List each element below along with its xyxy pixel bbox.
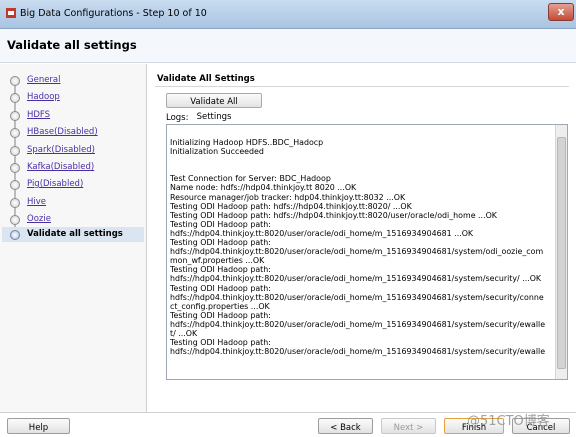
log-line: t/ ...OK	[170, 328, 198, 338]
section-divider	[155, 86, 569, 87]
scrollbar-thumb[interactable]	[557, 137, 566, 369]
log-line: Initialization Succeeded	[170, 147, 264, 157]
section-title: Validate All Settings	[157, 74, 255, 84]
log-line: Name node: hdfs://hdp04.thinkjoy.tt 8020…	[170, 183, 357, 193]
step-node-icon	[10, 215, 20, 225]
log-text: Initializing Hadoop HDFS..BDC_Hadocp Ini…	[170, 138, 554, 356]
page-header: Validate all settings	[0, 29, 576, 63]
nav-item-kafka[interactable]: Kafka(Disabled)	[27, 162, 94, 172]
window-title: Big Data Configurations - Step 10 of 10	[20, 8, 207, 19]
log-line: Testing ODI Hadoop path:	[170, 310, 271, 320]
help-button[interactable]: Help	[7, 418, 70, 434]
step-node-icon	[10, 76, 20, 86]
validate-all-settings-button[interactable]: Validate All Settings	[166, 93, 262, 122]
watermark: @51CTO博客	[467, 414, 550, 429]
close-button[interactable]: x	[548, 3, 574, 21]
step-node-icon	[10, 180, 20, 190]
nav-item-hbase[interactable]: HBase(Disabled)	[27, 127, 98, 137]
log-line: hdfs://hdp04.thinkjoy.tt:8020/user/oracl…	[170, 228, 474, 238]
log-line: Test Connection for Server: BDC_Hadoop	[170, 174, 331, 184]
nav-item-hive[interactable]: Hive	[27, 197, 46, 207]
step-node-icon	[10, 93, 20, 103]
logs-textarea[interactable]: Initializing Hadoop HDFS..BDC_Hadocp Ini…	[166, 124, 568, 380]
nav-item-hadoop[interactable]: Hadoop	[27, 92, 60, 102]
next-button[interactable]: Next >	[381, 418, 436, 434]
log-line: hdfs://hdp04.thinkjoy.tt:8020/user/oracl…	[170, 347, 546, 357]
nav-item-pig[interactable]: Pig(Disabled)	[27, 179, 83, 189]
log-scrollbar[interactable]	[555, 125, 567, 379]
current-step-node-icon	[10, 230, 20, 240]
step-node-icon	[10, 111, 20, 121]
window-title-bar[interactable]: Big Data Configurations - Step 10 of 10 …	[0, 0, 576, 29]
step-node-icon	[10, 146, 20, 156]
log-line: hdfs://hdp04.thinkjoy.tt:8020/user/oracl…	[170, 247, 544, 257]
back-button[interactable]: < Back	[318, 418, 373, 434]
step-node-icon	[10, 198, 20, 208]
page-title: Validate all settings	[7, 38, 137, 52]
log-line: hdfs://hdp04.thinkjoy.tt:8020/user/oracl…	[170, 274, 542, 284]
log-line: Testing ODI Hadoop path:	[170, 265, 271, 275]
log-line: Testing ODI Hadoop path:	[170, 219, 271, 229]
step-node-icon	[10, 128, 20, 138]
nav-item-oozie[interactable]: Oozie	[27, 214, 51, 224]
log-line: ct_config.properties ...OK	[170, 301, 270, 311]
step-node-icon	[10, 163, 20, 173]
log-line: Testing ODI Hadoop path: hdfs://hdp04.th…	[170, 210, 497, 220]
log-line: hdfs://hdp04.thinkjoy.tt:8020/user/oracl…	[170, 292, 544, 302]
log-line: Testing ODI Hadoop path:	[170, 338, 271, 348]
nav-item-spark[interactable]: Spark(Disabled)	[27, 145, 95, 155]
nav-current-label: Validate all settings	[27, 229, 123, 239]
log-line: Testing ODI Hadoop path: hdfs://hdp04.th…	[170, 201, 412, 211]
log-line: Testing ODI Hadoop path:	[170, 238, 271, 248]
log-line: Testing ODI Hadoop path:	[170, 283, 271, 293]
app-icon	[6, 8, 16, 18]
log-line: Initializing Hadoop HDFS..BDC_Hadocp	[170, 138, 324, 147]
log-line: Resource manager/job tracker: hdp04.thin…	[170, 192, 406, 202]
log-line: mon_wf.properties ...OK	[170, 256, 265, 266]
log-line: hdfs://hdp04.thinkjoy.tt:8020/user/oracl…	[170, 319, 546, 329]
nav-item-hdfs[interactable]: HDFS	[27, 110, 50, 120]
nav-item-general[interactable]: General	[27, 75, 61, 85]
logs-label: Logs:	[166, 113, 189, 123]
